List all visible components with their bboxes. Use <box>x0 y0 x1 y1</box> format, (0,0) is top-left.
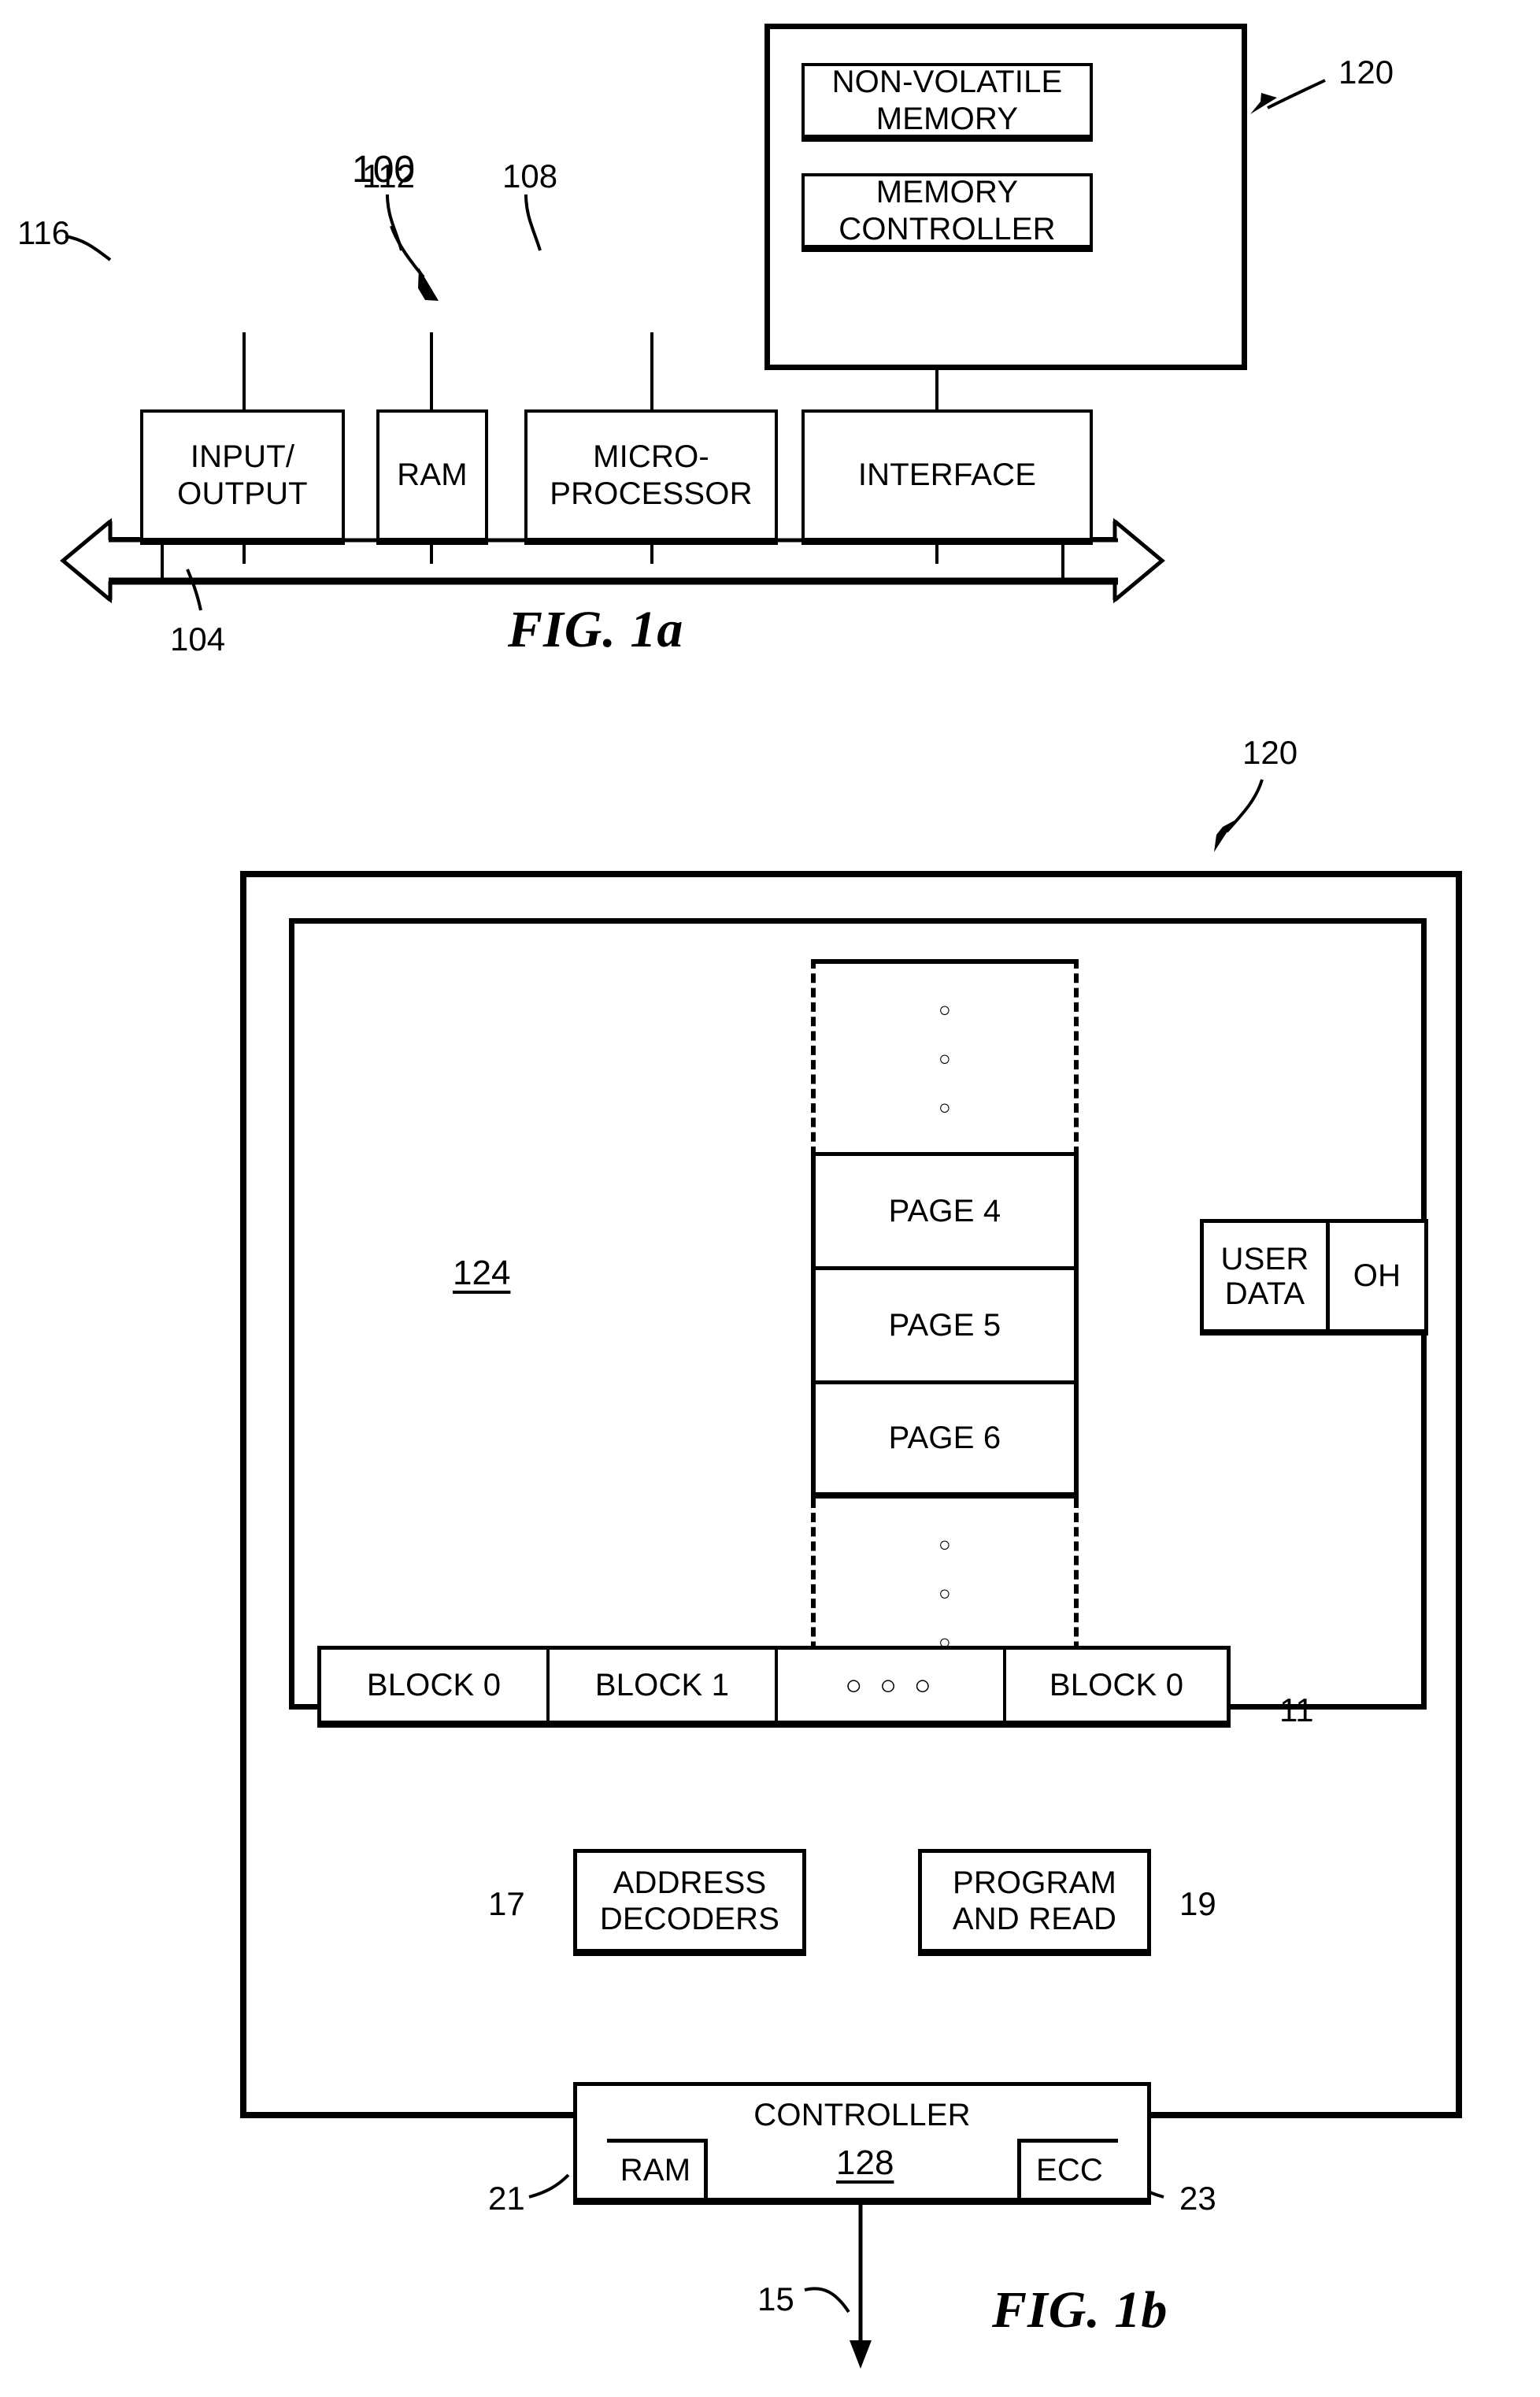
page-5-cell: PAGE 5 <box>811 1270 1079 1384</box>
ram-label: RAM <box>397 458 468 493</box>
figure-caption-1a: FIG. 1a <box>508 601 684 658</box>
ram-box: RAM <box>376 409 488 545</box>
blocks-ellipsis-label: ○ ○ ○ <box>845 1669 936 1702</box>
ref-124-fig1b: 124 <box>453 1254 511 1292</box>
overhead-field: OH <box>1330 1223 1424 1329</box>
ref-lead-104 <box>186 569 202 611</box>
ref-17: 17 <box>488 1885 525 1922</box>
ref-120-fig1a: 120 <box>1338 54 1394 91</box>
vertical-ellipsis-top: ○ ○ ○ <box>938 997 951 1119</box>
non-volatile-memory-label: NON-VOLATILE MEMORY <box>831 65 1063 136</box>
ref-lead-21 <box>528 2173 570 2199</box>
block-0-last-cell: BLOCK 0 <box>1006 1650 1227 1721</box>
ref-112: 112 <box>362 157 415 195</box>
ref-lead-116 <box>65 235 112 261</box>
page-4-cell: PAGE 4 <box>811 1156 1079 1270</box>
memory-blocks-row: BLOCK 0 BLOCK 1 ○ ○ ○ BLOCK 0 <box>317 1646 1231 1728</box>
ref-lead-120-fig1a <box>1250 79 1326 114</box>
patent-drawing-sheet: 100 112 108 116 130 124 128 120 104 NON-… <box>0 0 1540 2397</box>
ref-21: 21 <box>488 2180 525 2217</box>
ref-23: 23 <box>1179 2180 1216 2217</box>
ref-19: 19 <box>1179 1885 1216 1922</box>
controller-ecc-box: ECC <box>1017 2139 1118 2205</box>
ref-lead-112 <box>386 194 403 251</box>
controller-ecc-label: ECC <box>1035 2152 1104 2188</box>
overhead-label: OH <box>1353 1258 1401 1294</box>
page-5-label: PAGE 5 <box>888 1307 1001 1343</box>
memory-controller-box: MEMORY CONTROLLER <box>801 173 1093 252</box>
block-0-first-label: BLOCK 0 <box>366 1667 502 1702</box>
interface-label: INTERFACE <box>857 458 1037 493</box>
page-6-cell: PAGE 6 <box>811 1384 1079 1499</box>
user-data-field: USER DATA <box>1204 1223 1330 1329</box>
blocks-ellipsis-cell: ○ ○ ○ <box>778 1650 1006 1721</box>
host-interface-line <box>850 2205 872 2369</box>
address-decoders-label: ADDRESS DECODERS <box>599 1865 780 1936</box>
page-detail-box: USER DATA OH <box>1200 1219 1428 1336</box>
ref-104: 104 <box>170 621 226 658</box>
controller-title: CONTROLLER <box>753 2098 971 2132</box>
ref-lead-15 <box>804 2287 850 2314</box>
ref-lead-120-fig1b <box>1214 779 1264 852</box>
microprocessor-label: MICRO- PROCESSOR <box>550 439 753 511</box>
microprocessor-box: MICRO- PROCESSOR <box>524 409 778 545</box>
input-output-box: INPUT/ OUTPUT <box>140 409 345 545</box>
ref-11: 11 <box>1279 1691 1314 1728</box>
non-volatile-memory-box: NON-VOLATILE MEMORY <box>801 63 1093 142</box>
block-1-cell: BLOCK 1 <box>550 1650 778 1721</box>
ref-lead-108 <box>524 194 542 251</box>
program-and-read-box: PROGRAM AND READ <box>918 1849 1151 1956</box>
vertical-ellipsis-bottom: ○ ○ ○ <box>938 1532 951 1654</box>
controller-ram-label: RAM <box>620 2152 691 2188</box>
page-4-label: PAGE 4 <box>888 1193 1001 1228</box>
block-1-label: BLOCK 1 <box>594 1667 730 1702</box>
block-0-first-cell: BLOCK 0 <box>321 1650 550 1721</box>
figure-caption-1b: FIG. 1b <box>992 2281 1168 2339</box>
memory-controller-label: MEMORY CONTROLLER <box>838 175 1056 246</box>
ref-120-fig1b: 120 <box>1242 734 1298 771</box>
interface-box: INTERFACE <box>801 409 1093 545</box>
ref-15: 15 <box>757 2280 794 2317</box>
page-dots-top-cell: ○ ○ ○ <box>811 959 1079 1156</box>
controller-ram-box: RAM <box>607 2139 708 2205</box>
ref-116: 116 <box>17 214 70 251</box>
page-6-label: PAGE 6 <box>888 1421 1001 1456</box>
block-0-last-label: BLOCK 0 <box>1049 1667 1184 1702</box>
program-and-read-label: PROGRAM AND READ <box>952 1865 1117 1936</box>
ref-128-fig1b: 128 <box>836 2143 894 2182</box>
ref-108: 108 <box>502 157 558 195</box>
address-decoders-box: ADDRESS DECODERS <box>573 1849 806 1956</box>
input-output-label: INPUT/ OUTPUT <box>177 439 308 511</box>
user-data-label: USER DATA <box>1220 1241 1309 1311</box>
